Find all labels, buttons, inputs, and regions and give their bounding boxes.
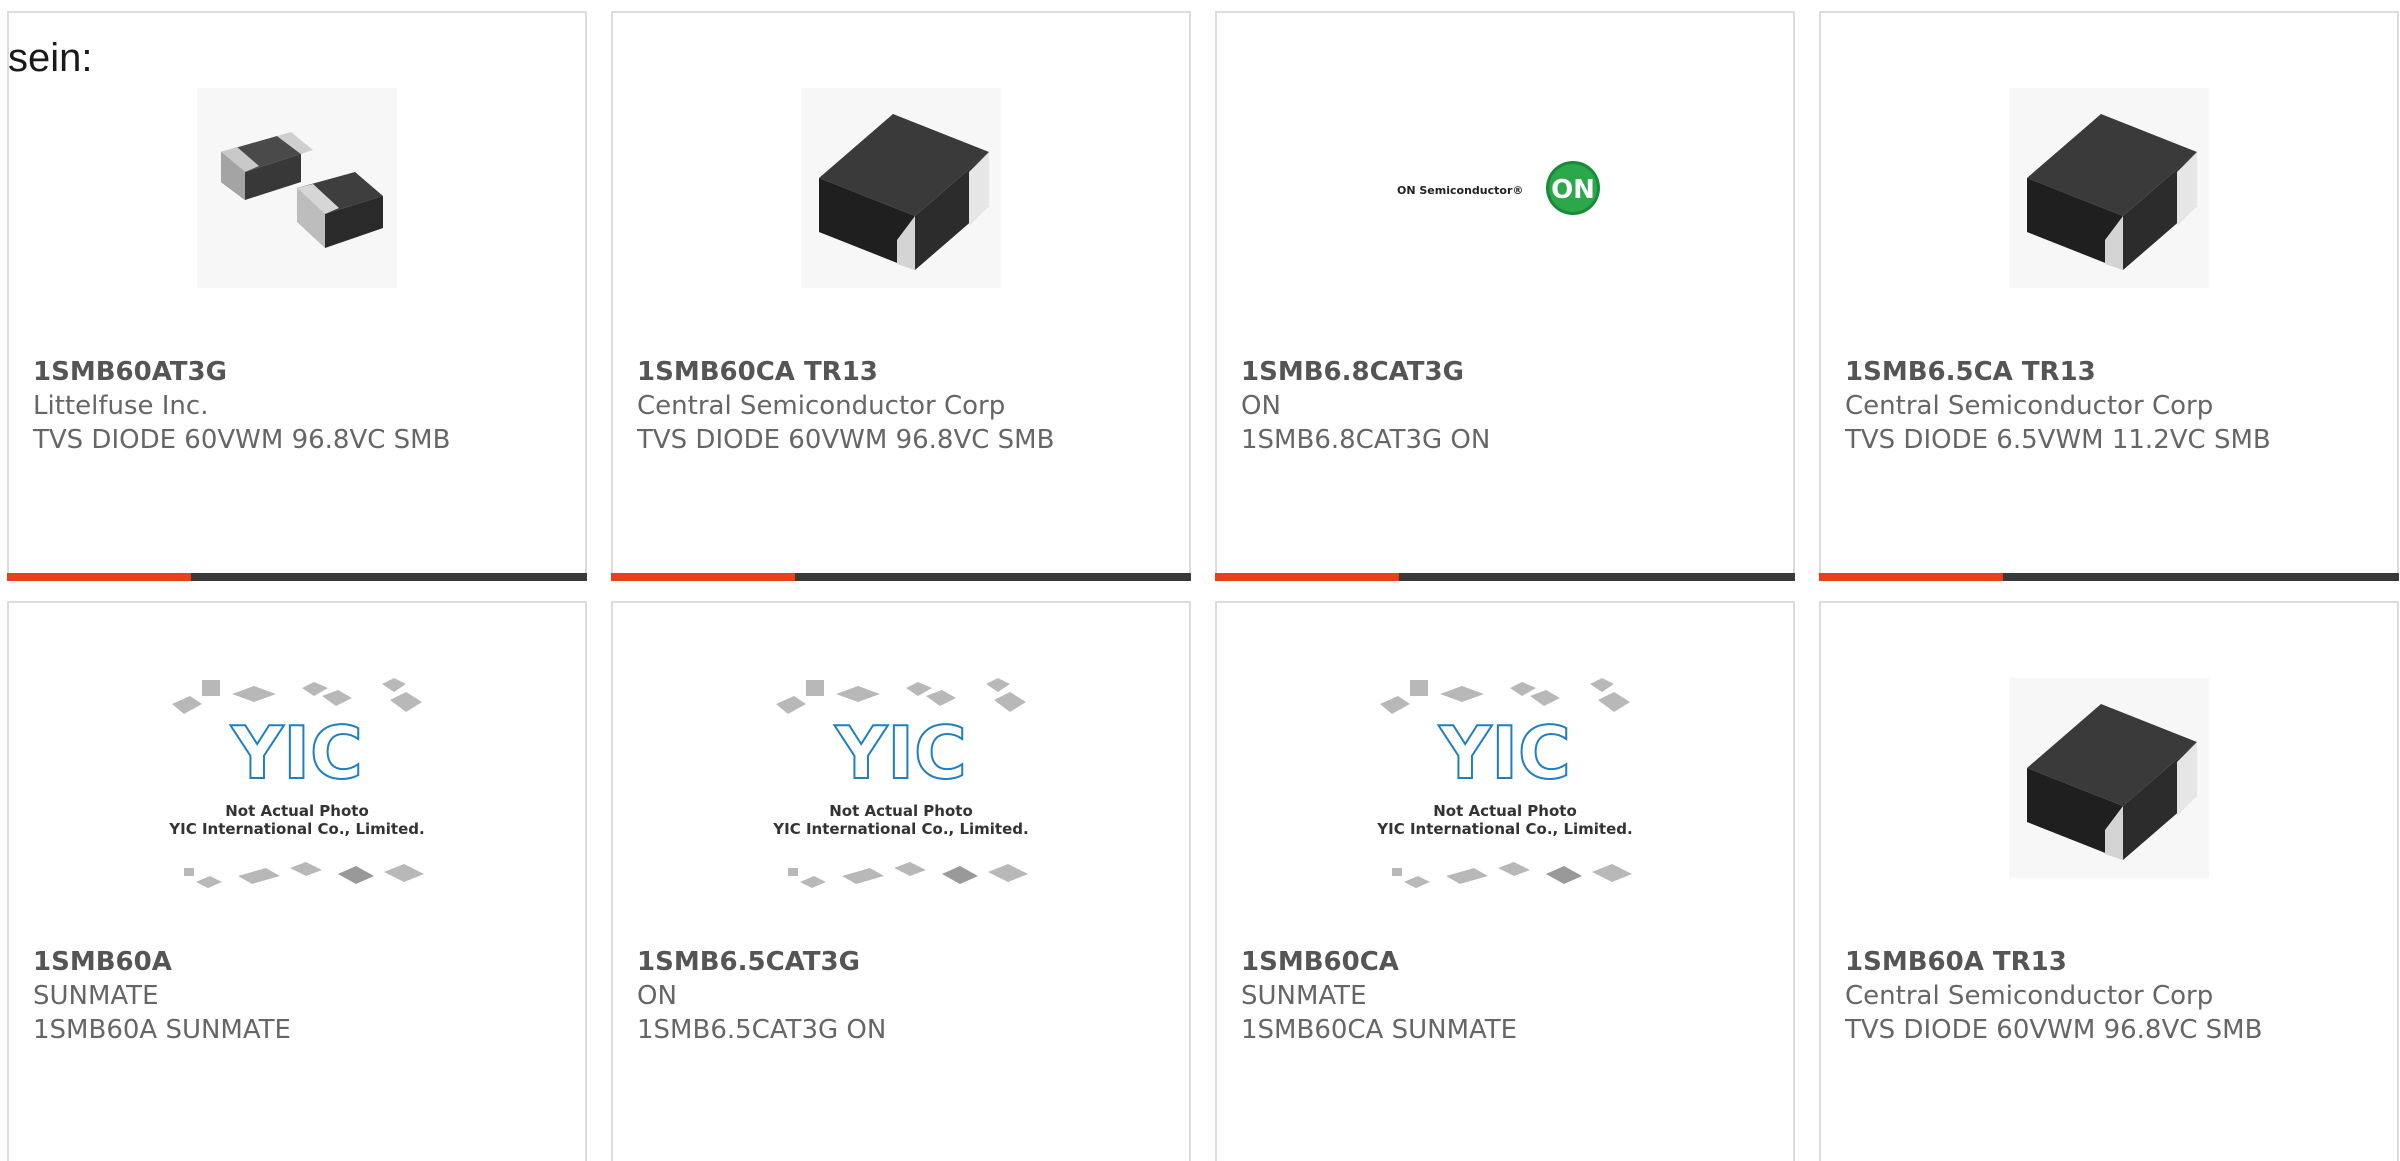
part-number[interactable]: 1SMB6.8CAT3G <box>1241 355 1783 389</box>
placeholder-line1: Not Actual Photo <box>829 802 973 820</box>
part-number[interactable]: 1SMB6.5CAT3G <box>637 945 1179 979</box>
manufacturer: ON <box>637 981 677 1011</box>
smb-diode-pair-image <box>197 88 397 288</box>
manufacturer: Central Semiconductor Corp <box>637 391 1006 421</box>
card-accent <box>1819 573 2003 581</box>
part-number[interactable]: 1SMB60A TR13 <box>1845 945 2387 979</box>
logo-text: ON Semiconductor® <box>1397 184 1523 197</box>
manufacturer: Central Semiconductor Corp <box>1845 391 2214 421</box>
product-image[interactable] <box>9 83 585 293</box>
yic-logo-text: YIC <box>230 711 363 795</box>
description: 1SMB6.8CAT3G ON <box>1241 425 1491 455</box>
part-number[interactable]: 1SMB60AT3G <box>33 355 575 389</box>
description: TVS DIODE 60VWM 96.8VC SMB <box>1845 1015 2263 1045</box>
product-image[interactable] <box>1821 673 2397 883</box>
product-image[interactable]: YIC Not Actual Photo YIC International C… <box>613 678 1189 895</box>
logo-badge-text: ON <box>1551 175 1595 205</box>
card-accent-bar <box>611 573 1191 581</box>
card-accent <box>7 573 191 581</box>
card-accent <box>1215 573 1399 581</box>
placeholder-line2: YIC International Co., Limited. <box>1376 820 1632 838</box>
card-accent-bar <box>7 573 587 581</box>
product-info: 1SMB60AT3G Littelfuse Inc. TVS DIODE 60V… <box>33 355 575 457</box>
smb-diode-image <box>801 88 1001 288</box>
placeholder-line1: Not Actual Photo <box>1433 802 1577 820</box>
card-accent <box>611 573 795 581</box>
product-info: 1SMB60CA TR13 Central Semiconductor Corp… <box>637 355 1179 457</box>
description: 1SMB60A SUNMATE <box>33 1015 291 1045</box>
product-info: 1SMB6.8CAT3G ON 1SMB6.8CAT3G ON <box>1241 355 1783 457</box>
placeholder-line2: YIC International Co., Limited. <box>772 820 1028 838</box>
manufacturer: SUNMATE <box>33 981 159 1011</box>
product-info: 1SMB60A TR13 Central Semiconductor Corp … <box>1845 945 2387 1047</box>
description: 1SMB6.5CAT3G ON <box>637 1015 887 1045</box>
placeholder-line1: Not Actual Photo <box>225 802 369 820</box>
placeholder-line2: YIC International Co., Limited. <box>168 820 424 838</box>
product-info: 1SMB6.5CA TR13 Central Semiconductor Cor… <box>1845 355 2387 457</box>
on-semiconductor-logo: ON Semiconductor® ON <box>1397 161 1600 215</box>
product-info: 1SMB60CA SUNMATE 1SMB60CA SUNMATE <box>1241 945 1783 1047</box>
product-card[interactable]: 1SMB60CA TR13 Central Semiconductor Corp… <box>611 11 1191 581</box>
part-number[interactable]: 1SMB60CA <box>1241 945 1783 979</box>
product-card[interactable]: YIC Not Actual Photo YIC International C… <box>7 601 587 1161</box>
yic-logo-text: YIC <box>1438 711 1571 795</box>
product-card[interactable]: 1SMB6.5CA TR13 Central Semiconductor Cor… <box>1819 11 2399 581</box>
product-card[interactable]: ON Semiconductor® ON 1SMB6.8CAT3G ON 1SM… <box>1215 11 1795 581</box>
manufacturer: Littelfuse Inc. <box>33 391 209 421</box>
yic-placeholder-image: YIC Not Actual Photo YIC International C… <box>1376 678 1633 888</box>
product-image[interactable] <box>1821 83 2397 293</box>
product-info: 1SMB6.5CAT3G ON 1SMB6.5CAT3G ON <box>637 945 1179 1047</box>
smb-diode-image <box>2009 678 2209 878</box>
product-image[interactable] <box>613 83 1189 293</box>
description: 1SMB60CA SUNMATE <box>1241 1015 1518 1045</box>
product-image[interactable]: YIC Not Actual Photo YIC International C… <box>1217 678 1793 895</box>
product-card[interactable]: 1SMB60A TR13 Central Semiconductor Corp … <box>1819 601 2399 1161</box>
card-accent-bar <box>1819 573 2399 581</box>
part-number[interactable]: 1SMB60A <box>33 945 575 979</box>
product-card[interactable]: YIC Not Actual Photo YIC International C… <box>611 601 1191 1161</box>
product-image[interactable]: ON Semiconductor® ON <box>1217 83 1793 293</box>
description: TVS DIODE 60VWM 96.8VC SMB <box>33 425 451 455</box>
intro-text: sein: <box>8 36 93 80</box>
product-card[interactable]: 1SMB60AT3G Littelfuse Inc. TVS DIODE 60V… <box>7 11 587 581</box>
manufacturer: SUNMATE <box>1241 981 1367 1011</box>
manufacturer: ON <box>1241 391 1281 421</box>
description: TVS DIODE 60VWM 96.8VC SMB <box>637 425 1055 455</box>
yic-placeholder-image: YIC Not Actual Photo YIC International C… <box>772 678 1029 888</box>
smb-diode-image <box>2009 88 2209 288</box>
part-number[interactable]: 1SMB60CA TR13 <box>637 355 1179 389</box>
card-accent-bar <box>1215 573 1795 581</box>
product-image[interactable]: YIC Not Actual Photo YIC International C… <box>9 678 585 895</box>
product-card[interactable]: YIC Not Actual Photo YIC International C… <box>1215 601 1795 1161</box>
yic-logo-text: YIC <box>834 711 967 795</box>
product-info: 1SMB60A SUNMATE 1SMB60A SUNMATE <box>33 945 575 1047</box>
product-grid: 1SMB60AT3G Littelfuse Inc. TVS DIODE 60V… <box>0 0 2400 1161</box>
yic-placeholder-image: YIC Not Actual Photo YIC International C… <box>168 678 425 888</box>
part-number[interactable]: 1SMB6.5CA TR13 <box>1845 355 2387 389</box>
manufacturer: Central Semiconductor Corp <box>1845 981 2214 1011</box>
description: TVS DIODE 6.5VWM 11.2VC SMB <box>1845 425 2271 455</box>
